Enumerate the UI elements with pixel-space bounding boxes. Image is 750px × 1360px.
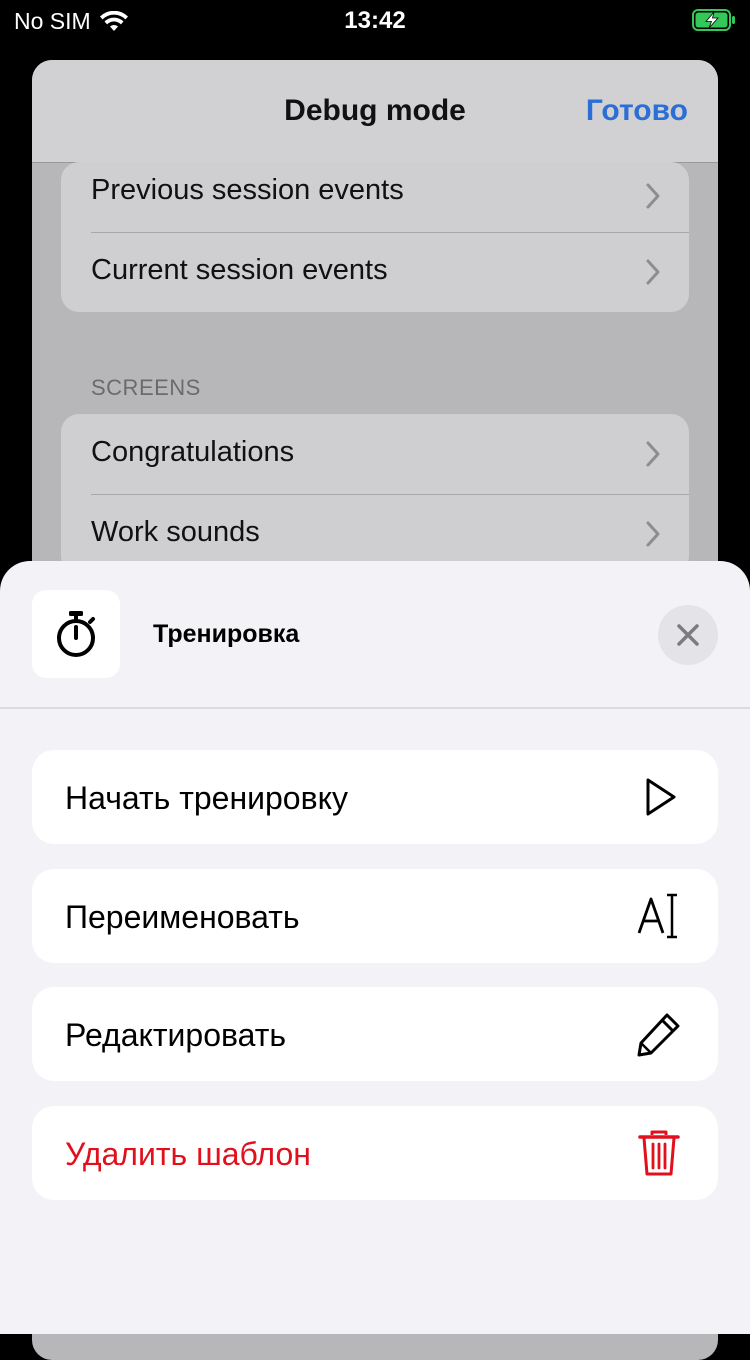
- events-group: Previous session events Current session …: [61, 162, 689, 312]
- sheet-title: Тренировка: [153, 620, 300, 648]
- list-item[interactable]: Current session events: [61, 232, 689, 312]
- edit-button[interactable]: Редактировать: [32, 987, 718, 1081]
- list-item[interactable]: Congratulations: [61, 414, 689, 494]
- section-header-screens: SCREENS: [91, 375, 201, 400]
- workout-icon-tile: [32, 590, 120, 678]
- row-label: Previous session events: [91, 174, 404, 206]
- delete-template-button[interactable]: Удалить шаблон: [32, 1106, 718, 1200]
- action-label: Начать тренировку: [65, 780, 348, 816]
- action-sheet: Тренировка Начать тренировку Переименова…: [0, 561, 750, 1334]
- chevron-right-icon: [646, 259, 660, 285]
- trash-icon: [638, 1130, 680, 1176]
- chevron-right-icon: [646, 183, 660, 209]
- action-label: Редактировать: [65, 1017, 287, 1053]
- screens-group: Congratulations Work sounds: [61, 414, 689, 574]
- action-label: Удалить шаблон: [65, 1136, 311, 1172]
- pencil-icon: [637, 1013, 680, 1057]
- chevron-right-icon: [646, 441, 660, 467]
- close-icon: [677, 624, 699, 646]
- action-label: Переименовать: [65, 899, 300, 935]
- status-bar: No SIM 13:42: [0, 0, 750, 42]
- row-label: Current session events: [91, 254, 388, 286]
- close-button[interactable]: [658, 605, 718, 665]
- battery-charging-icon: [692, 9, 735, 31]
- list-item[interactable]: Previous session events: [61, 162, 689, 232]
- row-label: Work sounds: [91, 516, 260, 548]
- stopwatch-icon: [57, 611, 95, 657]
- rename-button[interactable]: Переименовать: [32, 869, 718, 963]
- row-label: Congratulations: [91, 436, 295, 468]
- rename-text-icon: [637, 893, 677, 939]
- sheet-header: Тренировка: [0, 561, 750, 709]
- navigation-bar: Debug mode Готово: [32, 60, 718, 163]
- play-icon: [646, 778, 676, 816]
- clock: 13:42: [344, 7, 406, 34]
- chevron-right-icon: [646, 521, 660, 547]
- done-button[interactable]: Готово: [586, 94, 688, 128]
- start-workout-button[interactable]: Начать тренировку: [32, 750, 718, 844]
